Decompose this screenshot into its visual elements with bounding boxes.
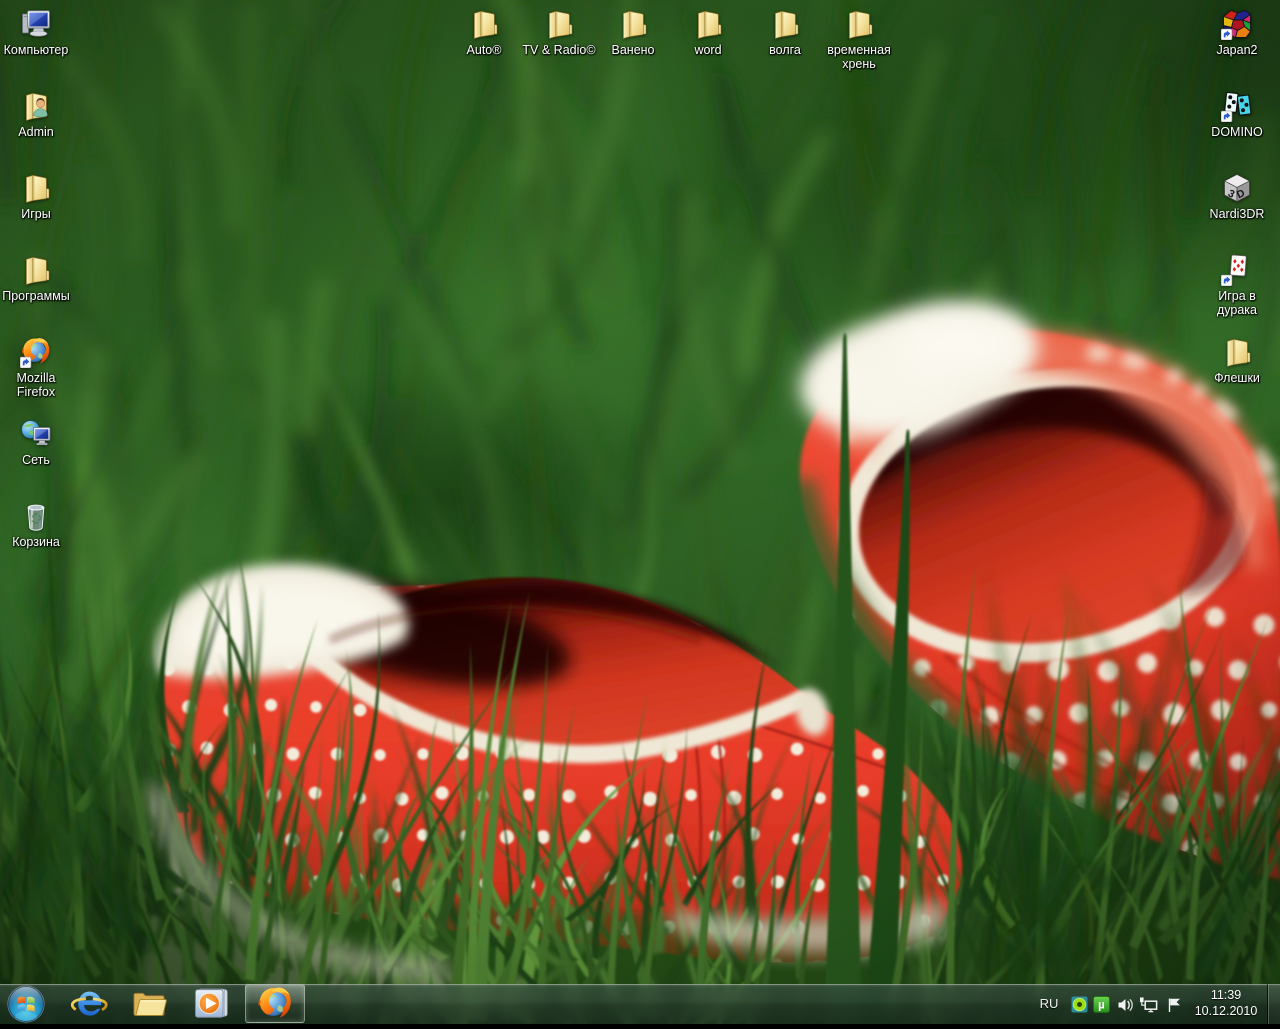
svg-text:µ: µ: [1098, 1000, 1105, 1012]
